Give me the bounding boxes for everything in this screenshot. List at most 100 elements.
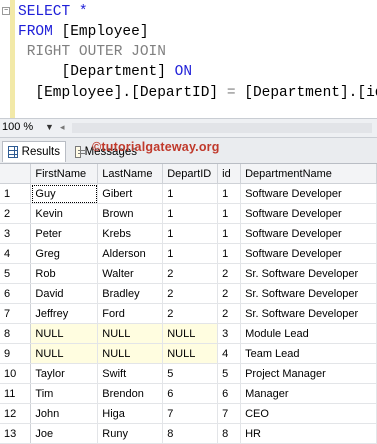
cell-departid[interactable]: NULL [162,323,219,344]
table-row[interactable]: 9 NULL NULL NULL 4 Team Lead [0,343,377,364]
tab-results[interactable]: Results [2,141,66,162]
cell-lastname[interactable]: Krebs [97,223,164,244]
cell-departmentname[interactable]: Team Lead [240,343,377,364]
cell-id[interactable]: 1 [217,223,242,244]
row-number[interactable]: 5 [0,263,32,284]
cell-firstname[interactable]: Peter [30,223,99,244]
results-grid[interactable]: FirstName LastName DepartID id Departmen… [0,164,377,444]
column-header[interactable]: LastName [97,164,164,184]
cell-departid[interactable]: 8 [162,423,219,444]
cell-departid[interactable]: 1 [162,243,219,264]
cell-departmentname[interactable]: Software Developer [240,243,377,264]
cell-departmentname[interactable]: Software Developer [240,223,377,244]
cell-departid[interactable]: NULL [162,343,219,364]
scroll-left-icon[interactable]: ◂ [60,122,70,134]
cell-departid[interactable]: 7 [162,403,219,424]
column-header[interactable]: FirstName [30,164,99,184]
cell-id[interactable]: 1 [217,243,242,264]
table-row[interactable]: 8 NULL NULL NULL 3 Module Lead [0,323,377,344]
table-row[interactable]: 5 Rob Walter 2 2 Sr. Software Developer [0,263,377,284]
cell-departid[interactable]: 2 [162,303,219,324]
sql-code[interactable]: SELECT * FROM [Employee] RIGHT OUTER JOI… [18,2,377,103]
cell-departmentname[interactable]: Sr. Software Developer [240,303,377,324]
cell-departmentname[interactable]: CEO [240,403,377,424]
cell-departid[interactable]: 2 [162,283,219,304]
row-number[interactable]: 7 [0,303,32,324]
cell-firstname[interactable]: NULL [30,343,99,364]
cell-id[interactable]: 4 [217,343,242,364]
table-row[interactable]: 3 Peter Krebs 1 1 Software Developer [0,223,377,244]
table-row[interactable]: 1 Guy Gibert 1 1 Software Developer [0,183,377,204]
row-number[interactable]: 3 [0,223,32,244]
column-header[interactable]: DepartID [162,164,219,184]
cell-lastname[interactable]: Gibert [97,183,164,204]
row-number[interactable]: 11 [0,383,32,404]
cell-departid[interactable]: 6 [162,383,219,404]
cell-departid[interactable]: 1 [162,223,219,244]
cell-id[interactable]: 3 [217,323,242,344]
cell-firstname[interactable]: Greg [30,243,99,264]
cell-id[interactable]: 2 [217,263,242,284]
row-number[interactable]: 6 [0,283,32,304]
table-row[interactable]: 12 John Higa 7 7 CEO [0,403,377,424]
cell-lastname[interactable]: Brendon [97,383,164,404]
cell-departmentname[interactable]: Software Developer [240,203,377,224]
row-number[interactable]: 4 [0,243,32,264]
cell-departid[interactable]: 2 [162,263,219,284]
table-row[interactable]: 4 Greg Alderson 1 1 Software Developer [0,243,377,264]
cell-id[interactable]: 8 [217,423,242,444]
cell-departid[interactable]: 5 [162,363,219,384]
cell-id[interactable]: 6 [217,383,242,404]
cell-departmentname[interactable]: Manager [240,383,377,404]
cell-departmentname[interactable]: Project Manager [240,363,377,384]
horizontal-scrollbar[interactable] [72,123,372,133]
row-number[interactable]: 12 [0,403,32,424]
cell-id[interactable]: 1 [217,183,242,204]
table-row[interactable]: 11 Tim Brendon 6 6 Manager [0,383,377,404]
cell-firstname[interactable]: David [30,283,99,304]
collapse-toggle-icon[interactable]: − [2,7,10,15]
cell-firstname[interactable]: Rob [30,263,99,284]
cell-lastname[interactable]: Runy [97,423,164,444]
cell-firstname[interactable]: Guy [30,183,99,204]
cell-lastname[interactable]: NULL [97,323,164,344]
column-header[interactable]: DepartmentName [240,164,377,184]
cell-departmentname[interactable]: HR [240,423,377,444]
table-row[interactable]: 13 Joe Runy 8 8 HR [0,423,377,444]
cell-departmentname[interactable]: Module Lead [240,323,377,344]
cell-lastname[interactable]: Alderson [97,243,164,264]
cell-firstname[interactable]: Taylor [30,363,99,384]
cell-id[interactable]: 7 [217,403,242,424]
cell-lastname[interactable]: Walter [97,263,164,284]
cell-lastname[interactable]: Brown [97,203,164,224]
row-number[interactable]: 8 [0,323,32,344]
cell-lastname[interactable]: Bradley [97,283,164,304]
cell-lastname[interactable]: Ford [97,303,164,324]
cell-lastname[interactable]: NULL [97,343,164,364]
table-row[interactable]: 7 Jeffrey Ford 2 2 Sr. Software Developer [0,303,377,324]
cell-firstname[interactable]: John [30,403,99,424]
table-row[interactable]: 6 David Bradley 2 2 Sr. Software Developer [0,283,377,304]
sql-editor[interactable]: − SELECT * FROM [Employee] RIGHT OUTER J… [0,0,377,118]
row-number[interactable]: 10 [0,363,32,384]
cell-departid[interactable]: 1 [162,183,219,204]
cell-firstname[interactable]: NULL [30,323,99,344]
row-number[interactable]: 2 [0,203,32,224]
cell-id[interactable]: 2 [217,283,242,304]
chevron-down-icon[interactable]: ▼ [45,122,54,132]
cell-departmentname[interactable]: Sr. Software Developer [240,283,377,304]
row-number[interactable]: 13 [0,423,32,444]
cell-id[interactable]: 2 [217,303,242,324]
cell-firstname[interactable]: Tim [30,383,99,404]
cell-id[interactable]: 1 [217,203,242,224]
cell-lastname[interactable]: Higa [97,403,164,424]
cell-firstname[interactable]: Jeffrey [30,303,99,324]
row-number[interactable]: 1 [0,183,32,204]
cell-lastname[interactable]: Swift [97,363,164,384]
cell-departid[interactable]: 1 [162,203,219,224]
table-row[interactable]: 10 Taylor Swift 5 5 Project Manager [0,363,377,384]
corner-cell[interactable] [0,164,32,184]
cell-departmentname[interactable]: Software Developer [240,183,377,204]
column-header[interactable]: id [217,164,242,184]
cell-firstname[interactable]: Kevin [30,203,99,224]
